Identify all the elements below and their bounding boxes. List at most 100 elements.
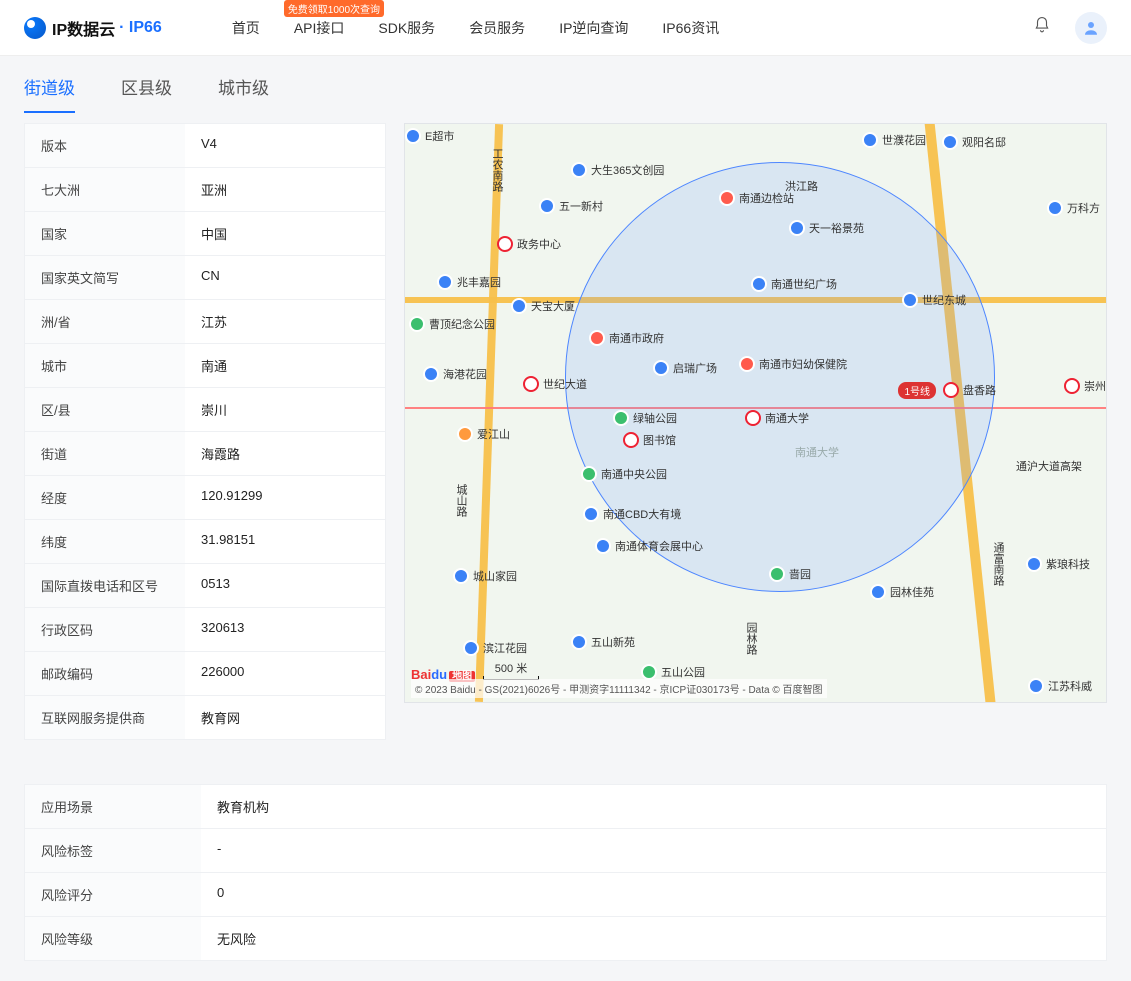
map-canvas[interactable]: 工农南路 洪江路 城山路 园林路 通沪大道高架 通富南路 E超市 南通边检站 大…: [404, 123, 1107, 703]
map-poi: 兆丰嘉园: [437, 274, 501, 290]
risk-label: 风险等级: [25, 917, 201, 960]
road-label: 通沪大道高架: [1016, 458, 1082, 474]
bell-icon[interactable]: [1033, 16, 1051, 39]
nav-api[interactable]: 免费领取1000次查询 API接口: [294, 18, 345, 38]
map-poi: 南通边检站: [719, 190, 794, 206]
map-poi: 天一裕景苑: [789, 220, 864, 236]
map-poi: 图书馆: [623, 432, 676, 448]
map-poi: 大生365文创园: [571, 162, 664, 178]
avatar[interactable]: [1075, 12, 1107, 44]
scale-label: 500 米: [495, 660, 527, 676]
nav-label: IP逆向查询: [559, 20, 628, 36]
info-value: 31.98151: [185, 520, 385, 563]
table-row: 国家英文简写CN: [25, 255, 385, 299]
risk-table: 应用场景教育机构 风险标签- 风险评分0 风险等级无风险: [24, 784, 1107, 961]
info-value: 226000: [185, 652, 385, 695]
map-poi: 政务中心: [497, 236, 561, 252]
table-row: 区/县崇川: [25, 387, 385, 431]
nav-sdk[interactable]: SDK服务: [378, 18, 435, 38]
map-scale: 500 米: [483, 660, 539, 680]
map-poi: E超市: [405, 128, 454, 144]
top-header: IP数据云 · IP66 首页 免费领取1000次查询 API接口 SDK服务 …: [0, 0, 1131, 56]
map-poi: 爱江山: [457, 426, 510, 442]
map-radius-circle: [565, 162, 995, 592]
info-label: 版本: [25, 124, 185, 167]
risk-value: 教育机构: [201, 785, 1106, 828]
info-value: CN: [185, 256, 385, 299]
nav-label: IP66资讯: [662, 20, 719, 36]
map-poi: 世纪东城: [902, 292, 966, 308]
tab-label: 城市级: [218, 79, 269, 98]
map-panel: 工农南路 洪江路 城山路 园林路 通沪大道高架 通富南路 E超市 南通边检站 大…: [404, 123, 1107, 703]
table-row: 风险等级无风险: [25, 916, 1106, 960]
info-label: 洲/省: [25, 300, 185, 343]
info-table: 版本V4 七大洲亚洲 国家中国 国家英文简写CN 洲/省江苏 城市南通 区/县崇…: [24, 123, 386, 740]
logo-text: IP数据云: [52, 16, 115, 40]
info-value: 120.91299: [185, 476, 385, 519]
map-attribution: © 2023 Baidu - GS(2021)6026号 - 甲测资字11111…: [411, 679, 827, 698]
map-poi: 南通市妇幼保健院: [739, 356, 847, 372]
tab-district[interactable]: 区县级: [121, 74, 172, 113]
info-label: 纬度: [25, 520, 185, 563]
primary-nav: 首页 免费领取1000次查询 API接口 SDK服务 会员服务 IP逆向查询 I…: [232, 18, 719, 38]
info-value: 320613: [185, 608, 385, 651]
map-poi: 绿轴公园: [613, 410, 677, 426]
info-label: 区/县: [25, 388, 185, 431]
info-label: 国际直拨电话和区号: [25, 564, 185, 607]
map-poi: 盘香路: [943, 382, 996, 398]
table-row: 七大洲亚洲: [25, 167, 385, 211]
map-poi: 南通市政府: [589, 330, 664, 346]
info-label: 国家英文简写: [25, 256, 185, 299]
info-label: 邮政编码: [25, 652, 185, 695]
info-label: 城市: [25, 344, 185, 387]
map-poi: 崇州: [1064, 378, 1106, 394]
nav-home[interactable]: 首页: [232, 18, 260, 38]
table-row: 城市南通: [25, 343, 385, 387]
map-poi: 南通世纪广场: [751, 276, 837, 292]
map-poi: 万科方: [1047, 200, 1100, 216]
table-row: 洲/省江苏: [25, 299, 385, 343]
nav-api-badge: 免费领取1000次查询: [284, 0, 384, 17]
tab-city[interactable]: 城市级: [218, 74, 269, 113]
map-poi: 滨江花园: [463, 640, 527, 656]
info-label: 街道: [25, 432, 185, 475]
nav-label: 首页: [232, 20, 260, 36]
info-value: 南通: [185, 344, 385, 387]
tab-street[interactable]: 街道级: [24, 74, 75, 113]
map-poi: 城山家园: [453, 568, 517, 584]
risk-value: 无风险: [201, 917, 1106, 960]
header-right: [1033, 12, 1107, 44]
level-tabs: 街道级 区县级 城市级: [0, 56, 1131, 113]
table-row: 国家中国: [25, 211, 385, 255]
map-poi: 五山公园: [641, 664, 705, 680]
info-label: 行政区码: [25, 608, 185, 651]
map-poi: 五山新苑: [571, 634, 635, 650]
table-row: 应用场景教育机构: [25, 785, 1106, 828]
info-label: 国家: [25, 212, 185, 255]
table-row: 版本V4: [25, 124, 385, 167]
logo-icon: [24, 17, 46, 39]
map-poi: 南通中央公园: [581, 466, 667, 482]
risk-value: 0: [201, 873, 1106, 916]
table-row: 经度120.91299: [25, 475, 385, 519]
road-label: 工农南路: [489, 148, 505, 192]
map-poi: 启瑞广场: [653, 360, 717, 376]
risk-label: 风险标签: [25, 829, 201, 872]
tab-label: 街道级: [24, 79, 75, 98]
map-poi: 天宝大厦: [511, 298, 575, 314]
table-row: 国际直拨电话和区号0513: [25, 563, 385, 607]
brand-logo[interactable]: IP数据云 · IP66: [24, 16, 162, 40]
metro-line-badge: 1号线: [898, 382, 936, 399]
info-value: 0513: [185, 564, 385, 607]
map-poi: 观阳名邸: [942, 134, 1006, 150]
map-poi: 南通大学: [745, 410, 809, 426]
map-poi: 紫琅科技: [1026, 556, 1090, 572]
risk-label: 应用场景: [25, 785, 201, 828]
risk-value: -: [201, 829, 1106, 872]
map-area-label: 南通大学: [795, 444, 839, 460]
info-value: 崇川: [185, 388, 385, 431]
info-value: 江苏: [185, 300, 385, 343]
nav-member[interactable]: 会员服务: [469, 18, 525, 38]
nav-news[interactable]: IP66资讯: [662, 18, 719, 38]
nav-reverse[interactable]: IP逆向查询: [559, 18, 628, 38]
